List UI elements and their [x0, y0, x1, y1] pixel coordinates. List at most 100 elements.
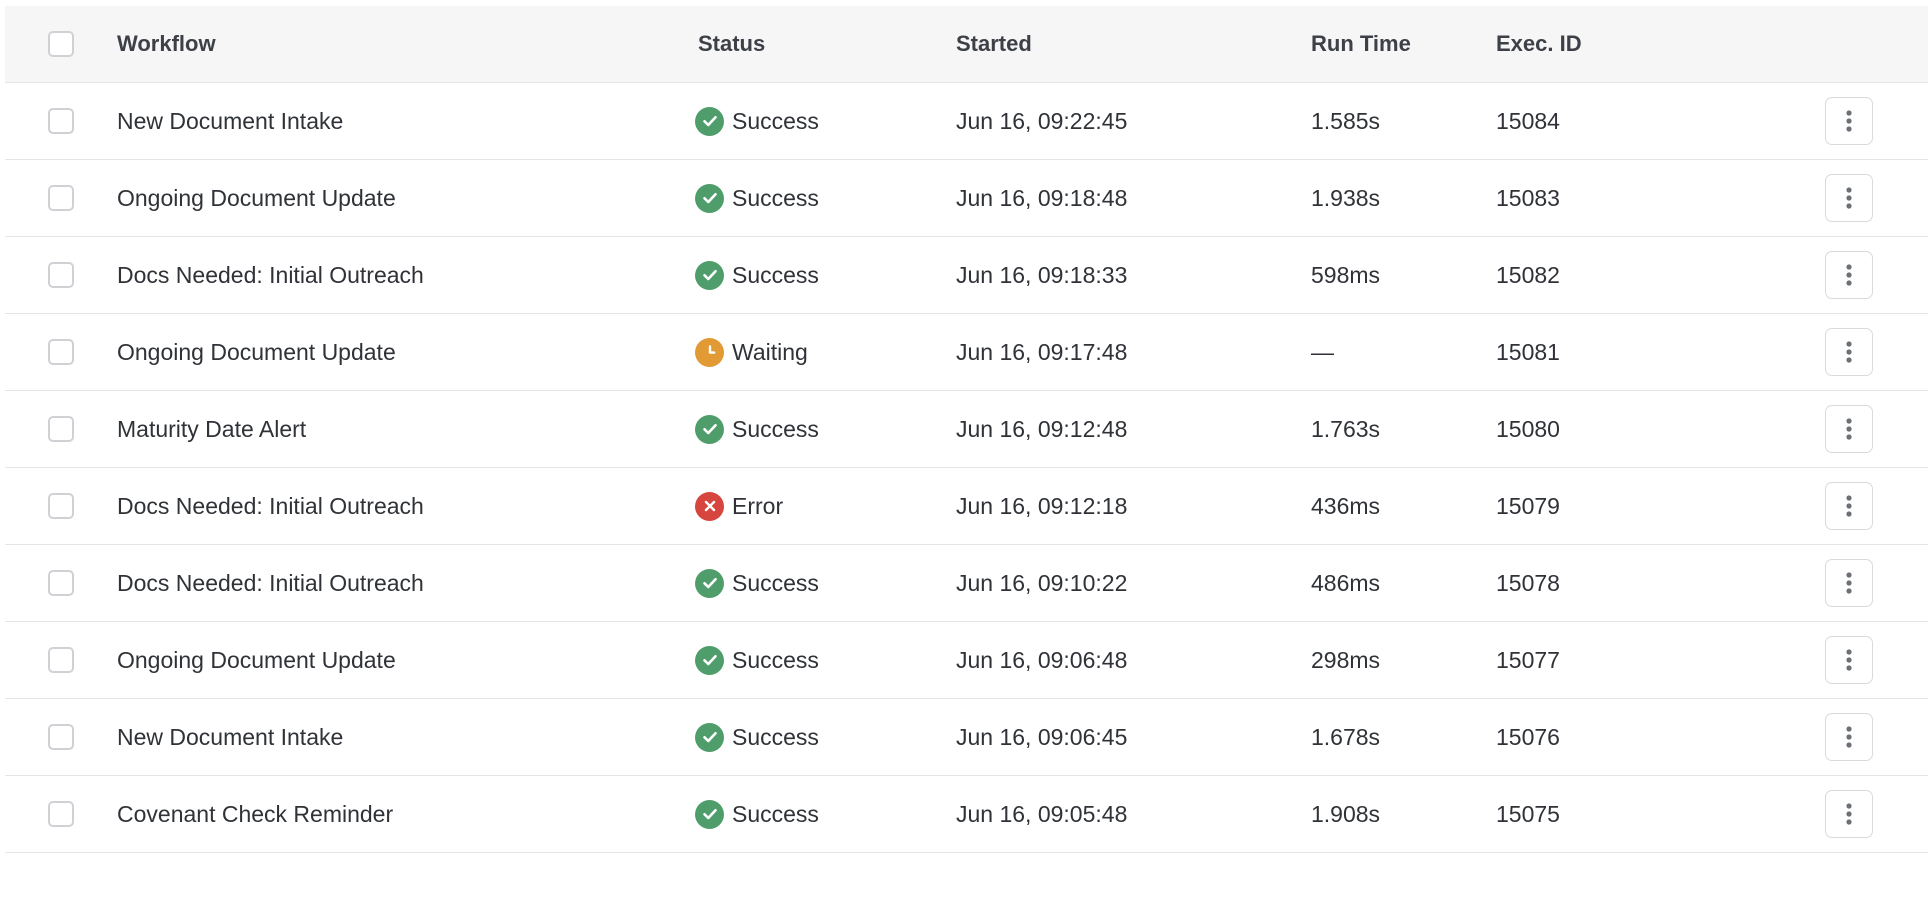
workflow-name[interactable]: Ongoing Document Update [117, 314, 396, 390]
x-circle-icon [695, 491, 724, 521]
run-time: 1.585s [1311, 107, 1381, 134]
run-time: 298ms [1311, 646, 1381, 673]
status-label: Success [732, 415, 819, 442]
row-actions-button[interactable] [1825, 251, 1873, 299]
row-actions-button[interactable] [1825, 636, 1873, 684]
row-actions-button[interactable] [1825, 713, 1873, 761]
status-cell: Success [695, 391, 819, 467]
table-row[interactable]: Maturity Date Alert Success Jun 16, 09:12:… [5, 391, 1928, 468]
row-actions-button[interactable] [1825, 790, 1873, 838]
row-actions-button[interactable] [1825, 482, 1873, 530]
table-row[interactable]: Covenant Check Reminder Success Jun 16, 09… [5, 776, 1928, 853]
row-checkbox[interactable] [48, 647, 74, 673]
exec-id: 15080 [1496, 415, 1560, 442]
row-actions-cell [1825, 160, 1873, 236]
row-select-cell [48, 622, 74, 698]
status-cell: Error [695, 468, 783, 544]
status-cell: Success [695, 776, 819, 852]
executions-table: Workflow Status Started Run Time Exec. I… [5, 6, 1928, 853]
column-header-run-time[interactable]: Run Time [1311, 6, 1411, 82]
exec-id: 15081 [1496, 338, 1560, 365]
run-time: 436ms [1311, 492, 1381, 519]
status-cell: Success [695, 160, 819, 236]
workflow-name[interactable]: Ongoing Document Update [117, 622, 396, 698]
started-time: Jun 16, 09:05:48 [956, 800, 1128, 827]
more-vertical-icon [1846, 572, 1852, 594]
row-checkbox[interactable] [48, 262, 74, 288]
run-time: — [1311, 338, 1334, 365]
table-row[interactable]: New Document Intake Success Jun 16, 09:06:… [5, 699, 1928, 776]
column-header-workflow[interactable]: Workflow [117, 6, 216, 82]
started-time: Jun 16, 09:06:45 [956, 723, 1128, 750]
workflow-name[interactable]: New Document Intake [117, 699, 343, 775]
column-header-started[interactable]: Started [956, 6, 1032, 82]
workflow-name[interactable]: New Document Intake [117, 83, 343, 159]
row-checkbox[interactable] [48, 493, 74, 519]
run-time: 1.763s [1311, 415, 1381, 442]
workflow-name[interactable]: Ongoing Document Update [117, 160, 396, 236]
status-label: Error [732, 492, 784, 519]
row-checkbox[interactable] [48, 185, 74, 211]
check-circle-icon [695, 260, 724, 290]
exec-id: 15082 [1496, 261, 1560, 288]
row-checkbox[interactable] [48, 108, 74, 134]
row-select-cell [48, 83, 74, 159]
row-checkbox[interactable] [48, 416, 74, 442]
row-checkbox[interactable] [48, 801, 74, 827]
column-header-exec-id[interactable]: Exec. ID [1496, 6, 1582, 82]
row-actions-cell [1825, 391, 1873, 467]
row-actions-button[interactable] [1825, 405, 1873, 453]
table-row[interactable]: Docs Needed: Initial Outreach Success Jun … [5, 545, 1928, 622]
row-checkbox[interactable] [48, 570, 74, 596]
check-circle-icon [695, 722, 724, 752]
table-row[interactable]: Docs Needed: Initial Outreach Error Jun 16… [5, 468, 1928, 545]
run-time: 598ms [1311, 261, 1381, 288]
header-select-cell [48, 6, 74, 82]
row-actions-button[interactable] [1825, 328, 1873, 376]
table-row[interactable]: Docs Needed: Initial Outreach Success Jun … [5, 237, 1928, 314]
more-vertical-icon [1846, 110, 1852, 132]
more-vertical-icon [1846, 803, 1852, 825]
status-cell: Success [695, 545, 819, 621]
started-time: Jun 16, 09:17:48 [956, 338, 1128, 365]
row-actions-button[interactable] [1825, 174, 1873, 222]
row-actions-cell [1825, 468, 1873, 544]
table-row[interactable]: New Document Intake Success Jun 16, 09:22:… [5, 83, 1928, 160]
row-select-cell [48, 160, 74, 236]
row-actions-cell [1825, 237, 1873, 313]
check-circle-icon [695, 645, 724, 675]
workflow-name[interactable]: Docs Needed: Initial Outreach [117, 237, 424, 313]
exec-id: 15076 [1496, 723, 1560, 750]
row-actions-button[interactable] [1825, 97, 1873, 145]
table-row[interactable]: Ongoing Document Update Waiting Jun 16, 09… [5, 314, 1928, 391]
row-checkbox[interactable] [48, 724, 74, 750]
row-actions-button[interactable] [1825, 559, 1873, 607]
check-circle-icon [695, 414, 724, 444]
workflow-name[interactable]: Docs Needed: Initial Outreach [117, 468, 424, 544]
status-label: Success [732, 569, 819, 596]
row-select-cell [48, 314, 74, 390]
exec-id: 15078 [1496, 569, 1560, 596]
check-circle-icon [695, 183, 724, 213]
status-label: Success [732, 261, 819, 288]
workflow-name[interactable]: Maturity Date Alert [117, 391, 306, 467]
row-checkbox[interactable] [48, 339, 74, 365]
run-time: 1.938s [1311, 184, 1381, 211]
exec-id: 15079 [1496, 492, 1560, 519]
workflow-name[interactable]: Covenant Check Reminder [117, 776, 393, 852]
run-time: 1.908s [1311, 800, 1381, 827]
more-vertical-icon [1846, 495, 1852, 517]
table-row[interactable]: Ongoing Document Update Success Jun 16, 09… [5, 160, 1928, 237]
workflow-name[interactable]: Docs Needed: Initial Outreach [117, 545, 424, 621]
status-cell: Success [695, 237, 819, 313]
column-header-status[interactable]: Status [698, 6, 765, 82]
row-actions-cell [1825, 545, 1873, 621]
status-label: Success [732, 646, 819, 673]
check-circle-icon [695, 568, 724, 598]
table-body: New Document Intake Success Jun 16, 09:22:… [5, 83, 1928, 853]
select-all-checkbox[interactable] [48, 31, 74, 57]
table-row[interactable]: Ongoing Document Update Success Jun 16, 09… [5, 622, 1928, 699]
started-time: Jun 16, 09:12:18 [956, 492, 1128, 519]
status-label: Success [732, 723, 819, 750]
more-vertical-icon [1846, 726, 1852, 748]
